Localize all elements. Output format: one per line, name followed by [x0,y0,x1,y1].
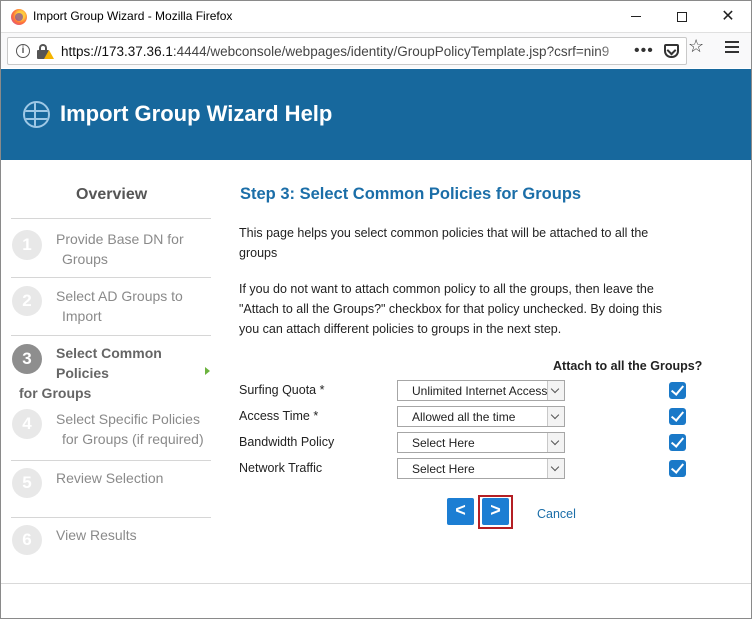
step-item-2[interactable]: 2 Select AD Groups to Import [11,277,211,335]
network-traffic-attach-checkbox[interactable] [669,460,686,477]
step-number: 5 [12,468,42,498]
previous-step-button[interactable]: < [447,498,474,525]
footer-divider [1,583,751,584]
wizard-steps-sidebar: Overview 1 Provide Base DN for Groups 2 … [1,160,221,580]
bandwidth-policy-select[interactable]: Select Here [397,432,565,453]
pocket-icon[interactable] [664,44,679,58]
page-actions-more-icon[interactable]: ••• [634,42,654,60]
window-title: Import Group Wizard - Mozilla Firefox [33,9,233,23]
bookmark-star-icon[interactable]: ☆ [688,36,704,57]
step-label: Select Common Policies [56,345,162,381]
step-label-continued: for Groups [19,385,92,401]
active-step-arrow-icon [205,367,210,375]
header-banner: Import Group Wizard Help [1,69,751,160]
firefox-logo-icon [11,9,27,25]
bandwidth-policy-label: Bandwidth Policy [239,435,335,449]
step-label: Select Specific Policies for Groups (if … [56,411,204,447]
url-path: :4444/webconsole/webpages/identity/Group… [172,44,610,59]
insecure-lock-icon[interactable] [36,44,54,60]
step-number: 2 [12,286,42,316]
url-bar[interactable]: i https://173.37.36.1:4444/webconsole/we… [7,37,687,65]
step-number: 1 [12,230,42,260]
instruction-paragraph: If you do not want to attach common poli… [239,282,662,336]
step-number: 6 [12,525,42,555]
page-title: Import Group Wizard Help [60,101,333,126]
access-time-select[interactable]: Allowed all the time [397,406,565,427]
url-host: https://173.37.36.1 [61,44,173,59]
title-bar: Import Group Wizard - Mozilla Firefox ✕ [1,1,751,32]
next-step-button[interactable]: > [482,498,509,525]
step-number: 3 [12,344,42,374]
hamburger-menu-icon[interactable] [725,41,739,53]
step-heading: Step 3: Select Common Policies for Group… [240,185,582,203]
url-text[interactable]: https://173.37.36.1:4444/webconsole/webp… [61,44,627,59]
minimize-button[interactable] [613,1,659,32]
cancel-link[interactable]: Cancel [537,507,576,521]
minimize-icon [631,16,641,17]
step-item-1[interactable]: 1 Provide Base DN for Groups [11,218,211,277]
chevron-down-icon [547,407,564,426]
access-time-label: Access Time * [239,409,319,423]
bandwidth-policy-attach-checkbox[interactable] [669,434,686,451]
attach-column-header: Attach to all the Groups? [553,359,703,373]
network-traffic-select[interactable]: Select Here [397,458,565,479]
step-item-3-active[interactable]: 3 Select Common Policies for Groups [11,335,211,405]
step-item-5[interactable]: 5 Review Selection [11,460,211,517]
chevron-down-icon [547,433,564,452]
step-item-6[interactable]: 6 View Results [11,517,211,567]
site-info-icon[interactable]: i [16,44,30,58]
overview-heading: Overview [76,186,148,203]
globe-icon [23,101,50,128]
surfing-quota-select[interactable]: Unlimited Internet Access [397,380,565,401]
navigation-bar: i https://173.37.36.1:4444/webconsole/we… [1,32,751,68]
browser-window: Import Group Wizard - Mozilla Firefox ✕ … [0,0,752,619]
step-label: View Results [56,527,137,543]
step-number: 4 [12,409,42,439]
step-label: Review Selection [56,470,164,486]
maximize-icon [677,11,687,22]
maximize-button[interactable] [659,1,705,32]
chevron-down-icon [547,381,564,400]
network-traffic-label: Network Traffic [239,461,323,475]
step-item-4[interactable]: 4 Select Specific Policies for Groups (i… [11,405,211,460]
access-time-attach-checkbox[interactable] [669,408,686,425]
chevron-down-icon [547,459,564,478]
step-label: Select AD Groups to Import [56,288,183,324]
step-label: Provide Base DN for Groups [56,231,184,267]
surfing-quota-label: Surfing Quota * [239,383,325,397]
close-window-button[interactable]: ✕ [705,1,751,32]
surfing-quota-attach-checkbox[interactable] [669,382,686,399]
intro-paragraph: This page helps you select common polici… [239,226,649,260]
close-icon: ✕ [721,7,735,25]
